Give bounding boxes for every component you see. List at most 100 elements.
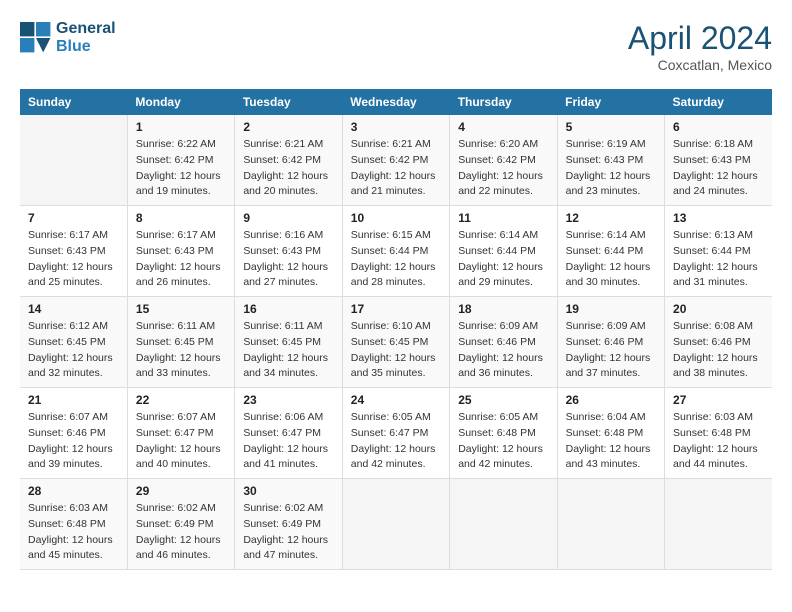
day-info: Sunrise: 6:05 AM Sunset: 6:48 PM Dayligh… (458, 410, 548, 473)
calendar-body: 1 Sunrise: 6:22 AM Sunset: 6:42 PM Dayli… (20, 115, 772, 570)
day-number: 22 (136, 393, 226, 407)
day-number: 25 (458, 393, 548, 407)
calendar-cell: 6 Sunrise: 6:18 AM Sunset: 6:43 PM Dayli… (665, 115, 772, 206)
header-wednesday: Wednesday (342, 89, 449, 115)
calendar-cell: 21 Sunrise: 6:07 AM Sunset: 6:46 PM Dayl… (20, 388, 127, 479)
week-row-1: 7 Sunrise: 6:17 AM Sunset: 6:43 PM Dayli… (20, 206, 772, 297)
calendar-cell: 13 Sunrise: 6:13 AM Sunset: 6:44 PM Dayl… (665, 206, 772, 297)
sunset: Sunset: 6:47 PM (243, 426, 333, 442)
sunrise: Sunrise: 6:06 AM (243, 410, 333, 426)
sunrise: Sunrise: 6:09 AM (458, 319, 548, 335)
daylight: Daylight: 12 hours and 45 minutes. (28, 533, 119, 565)
calendar-cell: 5 Sunrise: 6:19 AM Sunset: 6:43 PM Dayli… (557, 115, 664, 206)
day-info: Sunrise: 6:04 AM Sunset: 6:48 PM Dayligh… (566, 410, 656, 473)
sunrise: Sunrise: 6:03 AM (28, 501, 119, 517)
sunrise: Sunrise: 6:18 AM (673, 137, 764, 153)
calendar-cell: 3 Sunrise: 6:21 AM Sunset: 6:42 PM Dayli… (342, 115, 449, 206)
sunset: Sunset: 6:49 PM (243, 517, 333, 533)
day-info: Sunrise: 6:11 AM Sunset: 6:45 PM Dayligh… (243, 319, 333, 382)
sunset: Sunset: 6:48 PM (566, 426, 656, 442)
daylight: Daylight: 12 hours and 32 minutes. (28, 351, 119, 383)
header-friday: Friday (557, 89, 664, 115)
calendar-cell: 7 Sunrise: 6:17 AM Sunset: 6:43 PM Dayli… (20, 206, 127, 297)
sunset: Sunset: 6:42 PM (351, 153, 441, 169)
sunrise: Sunrise: 6:11 AM (243, 319, 333, 335)
sunset: Sunset: 6:48 PM (673, 426, 764, 442)
day-number: 9 (243, 211, 333, 225)
week-row-3: 21 Sunrise: 6:07 AM Sunset: 6:46 PM Dayl… (20, 388, 772, 479)
sunrise: Sunrise: 6:14 AM (458, 228, 548, 244)
sunrise: Sunrise: 6:17 AM (136, 228, 226, 244)
sunrise: Sunrise: 6:16 AM (243, 228, 333, 244)
daylight: Daylight: 12 hours and 42 minutes. (458, 442, 548, 474)
calendar-cell: 20 Sunrise: 6:08 AM Sunset: 6:46 PM Dayl… (665, 297, 772, 388)
daylight: Daylight: 12 hours and 46 minutes. (136, 533, 226, 565)
day-number: 8 (136, 211, 226, 225)
daylight: Daylight: 12 hours and 35 minutes. (351, 351, 441, 383)
sunset: Sunset: 6:42 PM (243, 153, 333, 169)
location: Coxcatlan, Mexico (628, 57, 772, 73)
day-number: 20 (673, 302, 764, 316)
day-info: Sunrise: 6:14 AM Sunset: 6:44 PM Dayligh… (458, 228, 548, 291)
sunset: Sunset: 6:44 PM (458, 244, 548, 260)
calendar-cell: 22 Sunrise: 6:07 AM Sunset: 6:47 PM Dayl… (127, 388, 234, 479)
sunrise: Sunrise: 6:21 AM (243, 137, 333, 153)
day-number: 19 (566, 302, 656, 316)
day-number: 1 (136, 120, 226, 134)
day-info: Sunrise: 6:20 AM Sunset: 6:42 PM Dayligh… (458, 137, 548, 200)
sunrise: Sunrise: 6:22 AM (136, 137, 226, 153)
day-info: Sunrise: 6:10 AM Sunset: 6:45 PM Dayligh… (351, 319, 441, 382)
calendar-cell: 29 Sunrise: 6:02 AM Sunset: 6:49 PM Dayl… (127, 479, 234, 570)
calendar-cell (665, 479, 772, 570)
sunset: Sunset: 6:46 PM (28, 426, 119, 442)
day-info: Sunrise: 6:14 AM Sunset: 6:44 PM Dayligh… (566, 228, 656, 291)
calendar-cell: 27 Sunrise: 6:03 AM Sunset: 6:48 PM Dayl… (665, 388, 772, 479)
day-number: 17 (351, 302, 441, 316)
sunset: Sunset: 6:45 PM (136, 335, 226, 351)
daylight: Daylight: 12 hours and 28 minutes. (351, 260, 441, 292)
daylight: Daylight: 12 hours and 38 minutes. (673, 351, 764, 383)
sunset: Sunset: 6:42 PM (136, 153, 226, 169)
calendar-cell: 4 Sunrise: 6:20 AM Sunset: 6:42 PM Dayli… (450, 115, 557, 206)
sunset: Sunset: 6:43 PM (243, 244, 333, 260)
daylight: Daylight: 12 hours and 19 minutes. (136, 169, 226, 201)
sunset: Sunset: 6:46 PM (566, 335, 656, 351)
day-number: 15 (136, 302, 226, 316)
sunset: Sunset: 6:47 PM (136, 426, 226, 442)
month-title: April 2024 (628, 20, 772, 57)
calendar-cell: 25 Sunrise: 6:05 AM Sunset: 6:48 PM Dayl… (450, 388, 557, 479)
daylight: Daylight: 12 hours and 25 minutes. (28, 260, 119, 292)
daylight: Daylight: 12 hours and 24 minutes. (673, 169, 764, 201)
calendar-cell: 9 Sunrise: 6:16 AM Sunset: 6:43 PM Dayli… (235, 206, 342, 297)
header-thursday: Thursday (450, 89, 557, 115)
calendar-cell (557, 479, 664, 570)
calendar-cell: 17 Sunrise: 6:10 AM Sunset: 6:45 PM Dayl… (342, 297, 449, 388)
day-info: Sunrise: 6:03 AM Sunset: 6:48 PM Dayligh… (673, 410, 764, 473)
calendar-table: Sunday Monday Tuesday Wednesday Thursday… (20, 89, 772, 570)
sunrise: Sunrise: 6:08 AM (673, 319, 764, 335)
daylight: Daylight: 12 hours and 36 minutes. (458, 351, 548, 383)
day-number: 26 (566, 393, 656, 407)
day-number: 4 (458, 120, 548, 134)
daylight: Daylight: 12 hours and 23 minutes. (566, 169, 656, 201)
day-number: 21 (28, 393, 119, 407)
day-number: 14 (28, 302, 119, 316)
day-number: 30 (243, 484, 333, 498)
logo-text-line1: General (56, 20, 116, 38)
week-row-2: 14 Sunrise: 6:12 AM Sunset: 6:45 PM Dayl… (20, 297, 772, 388)
sunset: Sunset: 6:49 PM (136, 517, 226, 533)
daylight: Daylight: 12 hours and 42 minutes. (351, 442, 441, 474)
sunset: Sunset: 6:44 PM (351, 244, 441, 260)
sunrise: Sunrise: 6:09 AM (566, 319, 656, 335)
title-section: April 2024 Coxcatlan, Mexico (628, 20, 772, 73)
calendar-cell: 10 Sunrise: 6:15 AM Sunset: 6:44 PM Dayl… (342, 206, 449, 297)
day-info: Sunrise: 6:19 AM Sunset: 6:43 PM Dayligh… (566, 137, 656, 200)
calendar-cell: 2 Sunrise: 6:21 AM Sunset: 6:42 PM Dayli… (235, 115, 342, 206)
day-info: Sunrise: 6:03 AM Sunset: 6:48 PM Dayligh… (28, 501, 119, 564)
sunrise: Sunrise: 6:03 AM (673, 410, 764, 426)
day-info: Sunrise: 6:09 AM Sunset: 6:46 PM Dayligh… (566, 319, 656, 382)
sunrise: Sunrise: 6:11 AM (136, 319, 226, 335)
daylight: Daylight: 12 hours and 30 minutes. (566, 260, 656, 292)
sunrise: Sunrise: 6:04 AM (566, 410, 656, 426)
day-number: 24 (351, 393, 441, 407)
